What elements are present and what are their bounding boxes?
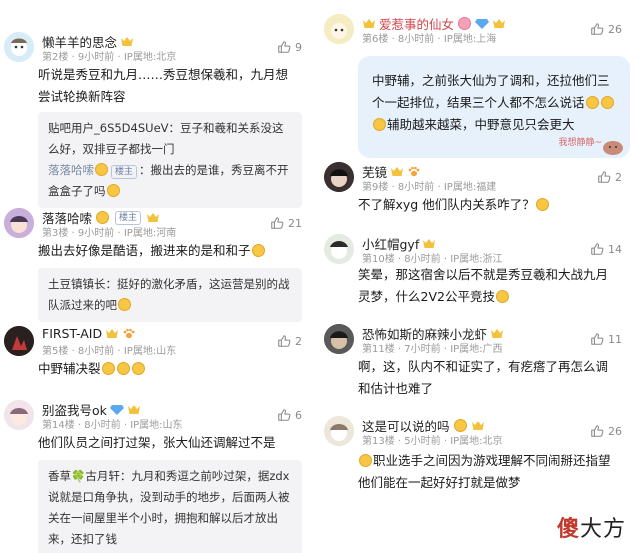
comment-meta: 第14楼 · 8小时前 · IP属地:山东 (42, 420, 183, 431)
reply-text: 土豆镇镇长：挺好的激化矛盾，这运营是别的战队派过来的吧 (48, 277, 290, 312)
avatar[interactable] (324, 162, 354, 192)
vip-badge-icon (146, 212, 160, 223)
emoji-icon (373, 118, 386, 131)
right-comment-column: 爱惹事的仙女 第6楼 · 8小时前 · IP属地:上海 26 中野辅，之前张大仙… (320, 0, 640, 553)
vip-badge-icon (120, 36, 134, 47)
emoji-icon (96, 211, 110, 224)
thumb-up-icon (277, 408, 291, 422)
comment-bubble: 中野辅，之前张大仙为了调和，还拉他们三个一起排位，结果三个人都不怎么说话辅助越来… (358, 56, 630, 158)
sticker-caption: 我想静静~ (558, 138, 602, 148)
thumb-up-icon (277, 334, 291, 348)
emoji-icon (106, 184, 120, 197)
like-button[interactable]: 2 (597, 170, 622, 184)
op-tag: 楼主 (111, 165, 138, 179)
like-button[interactable]: 11 (590, 332, 622, 346)
comment-item: 小红帽gyf 第10楼 · 8小时前 · IP属地:浙江 14 笑晕，那这宿舍以… (320, 234, 640, 314)
like-button[interactable]: 14 (590, 242, 622, 256)
avatar[interactable] (324, 234, 354, 264)
avatar[interactable] (324, 416, 354, 446)
sticker-icon (603, 141, 623, 155)
avatar[interactable] (4, 400, 34, 430)
reply-text: 香草🍀古月轩：九月和秀逗之前吵过架，据zdx说就是口角争执，没到动手的地步，后面… (48, 469, 290, 546)
thumb-up-icon (590, 22, 604, 36)
vip-badge-icon (490, 328, 504, 339)
comment-text: 听说是秀豆和九月……秀豆想保羲和，九月想尝试轮换新阵容 (38, 67, 289, 104)
like-button[interactable]: 6 (277, 408, 302, 422)
comment-text: 不了解xyg 他们队内关系咋了？ (358, 194, 620, 216)
emoji-icon (118, 298, 131, 311)
avatar[interactable] (324, 14, 354, 44)
thumb-up-icon (590, 242, 604, 256)
watermark-logo: 傻大方 (556, 517, 626, 542)
vip-badge-icon (390, 166, 404, 177)
paw-badge-icon (122, 328, 136, 339)
comment-item: 爱惹事的仙女 第6楼 · 8小时前 · IP属地:上海 26 中野辅，之前张大仙… (320, 0, 640, 162)
comment-meta: 第6楼 · 8小时前 · IP属地:上海 (362, 34, 497, 45)
like-button[interactable]: 2 (277, 334, 302, 348)
comment-item: 懒羊羊的思念 第2楼 · 9小时前 · IP属地:北京 9 听说是秀豆和九月……… (0, 0, 320, 208)
diamond-badge-icon (110, 404, 124, 415)
vip-badge-icon (422, 238, 436, 249)
like-button[interactable]: 26 (590, 22, 622, 36)
emoji-icon (495, 290, 509, 303)
reply-text: 落落哈嗦 楼主 ：搬出去的是谁，秀豆离不开盒盒子了吗 (48, 163, 289, 198)
emoji-icon (600, 96, 614, 109)
like-button[interactable]: 26 (590, 424, 622, 438)
comment-item: 芜镜 第9楼 · 8小时前 · IP属地:福建 2 不了解xyg 他们队内关系咋… (320, 162, 640, 234)
emoji-icon (453, 419, 467, 432)
avatar[interactable] (4, 326, 34, 356)
comment-item: 落落哈嗦 楼主 第3楼 · 9小时前 · IP属地:河南 21 搬出去好像是酷语，… (0, 200, 320, 322)
reply-box[interactable]: 贴吧用户_6S5D4SUeV：豆子和羲和关系没这么好，双排豆子都找一门 落落哈嗦… (38, 112, 302, 208)
emoji-icon (359, 454, 372, 467)
vip-badge-icon (127, 404, 141, 415)
comment-meta: 第11楼 · 7小时前 · IP属地:广西 (362, 344, 503, 355)
crown-icon (362, 18, 376, 29)
diamond-badge-icon (475, 18, 489, 29)
like-button[interactable]: 21 (270, 216, 302, 230)
thumb-up-icon (590, 424, 604, 438)
thumb-up-icon (597, 170, 611, 184)
comment-text: 笑晕，那这宿舍以后不就是秀豆羲和大战九月灵梦，什么2V2公平竞技 (358, 267, 609, 304)
op-tag: 楼主 (115, 210, 142, 225)
avatar[interactable] (4, 32, 34, 62)
vip-badge-icon (105, 328, 119, 339)
avatar[interactable] (4, 208, 34, 238)
vip-badge-icon (471, 420, 485, 431)
emoji-icon (535, 198, 549, 211)
comment-text: 他们队员之间打过架，张大仙还调解过不是 (38, 435, 276, 450)
comment-text: 职业选手之间因为游戏理解不同闹掰还指望他们能在一起好好打就是做梦 (358, 453, 611, 490)
comment-meta: 第9楼 · 8小时前 · IP属地:福建 (362, 182, 497, 193)
comment-item: 别盗我号ok 第14楼 · 8小时前 · IP属地:山东 6 他们队员之间打过架… (0, 390, 320, 553)
username[interactable]: FIRST-AID (42, 326, 136, 341)
comment-meta: 第5楼 · 8小时前 · IP属地:山东 (42, 346, 177, 357)
comment-meta: 第13楼 · 5小时前 · IP属地:北京 (362, 436, 503, 447)
emoji-icon (101, 362, 115, 375)
emoji-icon (95, 163, 108, 176)
avatar[interactable] (324, 324, 354, 354)
comment-text: 搬出去好像是酷语，搬进来的是和和子 (38, 240, 300, 262)
comment-meta: 第2楼 · 9小时前 · IP属地:北京 (42, 52, 177, 63)
reply-box[interactable]: 香草🍀古月轩：九月和秀逗之前吵过架，据zdx说就是口角争执，没到动手的地步，后面… (38, 460, 302, 553)
comment-meta: 第10楼 · 8小时前 · IP属地:浙江 (362, 254, 503, 265)
thumb-up-icon (590, 332, 604, 346)
left-comment-column: 懒羊羊的思念 第2楼 · 9小时前 · IP属地:北京 9 听说是秀豆和九月……… (0, 0, 320, 553)
emoji-icon (116, 362, 130, 375)
comment-text: 啊，这，队内不和证实了，有疙瘩了再怎么调和估计也难了 (358, 359, 609, 396)
comment-meta: 第3楼 · 9小时前 · IP属地:河南 (42, 228, 177, 239)
reply-text: 贴吧用户_6S5D4SUeV：豆子和羲和关系没这么好，双排豆子都找一门 (48, 121, 284, 156)
emoji-icon (585, 96, 599, 109)
thumb-up-icon (270, 216, 284, 230)
vip-badge-icon (492, 18, 506, 29)
emoji-icon (251, 244, 265, 257)
comment-item: FIRST-AID 第5楼 · 8小时前 · IP属地:山东 2 中野辅决裂 (0, 320, 320, 390)
comment-text: 中野辅决裂 (38, 358, 300, 380)
paw-badge-icon (407, 166, 421, 177)
comment-item: 恐怖如斯的麻辣小龙虾 第11楼 · 7小时前 · IP属地:广西 11 啊，这，… (320, 322, 640, 408)
emoji-icon (131, 362, 145, 375)
reply-box[interactable]: 土豆镇镇长：挺好的激化矛盾，这运营是别的战队派过来的吧 (38, 268, 302, 322)
flower-icon (458, 17, 472, 30)
thumb-up-icon (277, 40, 291, 54)
like-button[interactable]: 9 (277, 40, 302, 54)
